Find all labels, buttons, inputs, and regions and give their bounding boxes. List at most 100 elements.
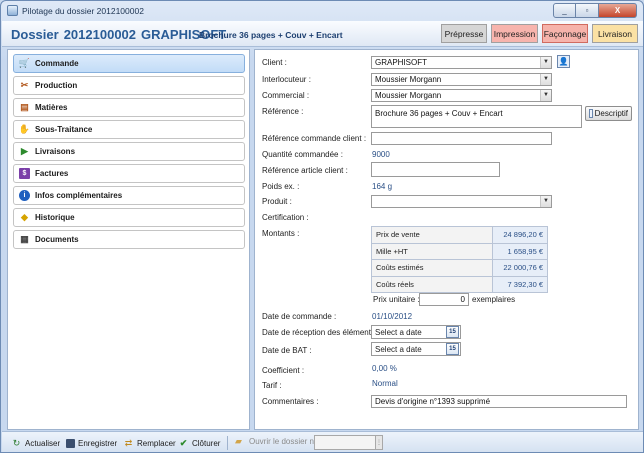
sidebar-item-commande[interactable]: 🛒 Commande <box>13 54 245 73</box>
sidebar-item-sous-traitance[interactable]: ✋ Sous-Traitance <box>13 120 245 139</box>
sidebar-item-infos[interactable]: i Infos complémentaires <box>13 186 245 205</box>
dossier-title: Dossier 2012100002 GRAPHISOFT <box>11 27 226 42</box>
folder-icon: ▰ <box>235 436 242 446</box>
enregistrer-label: Enregistrer <box>78 438 118 448</box>
montant-key: Prix de vente <box>371 226 493 244</box>
sidebar-item-label: Factures <box>35 169 69 178</box>
commentaires-label: Commentaires : <box>262 397 319 406</box>
table-row: Mille +HT 1 658,95 € <box>371 242 548 260</box>
certification-label: Certification : <box>262 213 309 222</box>
resize-grip[interactable]: ⋮ <box>376 435 383 450</box>
sidebar-item-livraisons[interactable]: ▶ Livraisons <box>13 142 245 161</box>
history-icon: ◆ <box>21 212 28 222</box>
dossier-label: Dossier <box>11 27 59 42</box>
ref-commande-client-label: Référence commande client : <box>262 134 367 143</box>
window-title: Pilotage du dossier 2012100002 <box>22 6 144 16</box>
interlocuteur-value: Moussier Morgann <box>375 75 442 84</box>
table-row: Coûts estimés 22 000,76 € <box>371 259 548 277</box>
reference-label: Référence : <box>262 107 304 116</box>
ouvrir-label-text: Ouvrir le dossier n° : <box>249 437 322 446</box>
cart-icon: 🛒 <box>18 58 31 68</box>
invoice-icon: $ <box>19 168 30 179</box>
check-icon: ✔ <box>179 437 188 448</box>
remplacer-button[interactable]: ⇄ Remplacer <box>123 436 176 450</box>
chevron-down-icon: ▼ <box>540 196 551 207</box>
client-select[interactable]: GRAPHISOFT ▼ <box>371 56 552 69</box>
close-button[interactable]: X <box>599 3 637 18</box>
ouvrir-dossier-input[interactable] <box>314 435 376 450</box>
date-reception-placeholder: Select a date <box>375 328 422 337</box>
toolbar-separator <box>227 436 228 450</box>
montant-value: 7 392,30 € <box>492 275 548 293</box>
refresh-icon: ↻ <box>12 437 21 448</box>
stage-buttons: Prépresse Impression Façonnage Livraison <box>441 24 638 43</box>
truck-icon: ▶ <box>21 146 28 156</box>
ouvrir-dossier-label: ▰ Ouvrir le dossier n° : <box>233 436 322 447</box>
app-icon <box>7 5 18 16</box>
cloturer-label: Clôturer <box>192 438 221 448</box>
date-reception-label: Date de réception des éléments : <box>262 328 380 337</box>
sidebar-item-label: Commande <box>35 59 79 68</box>
info-icon: i <box>19 190 30 201</box>
montant-key: Coûts estimés <box>371 259 493 277</box>
date-bat-label: Date de BAT : <box>262 346 312 355</box>
chevron-down-icon: ▼ <box>540 74 551 85</box>
date-reception-picker[interactable]: Select a date 15 <box>371 325 461 339</box>
montant-value: 1 658,95 € <box>492 242 548 260</box>
commercial-select[interactable]: Moussier Morgann ▼ <box>371 89 552 102</box>
prix-unitaire-field[interactable]: 0 <box>419 293 469 306</box>
dossier-header: Dossier 2012100002 GRAPHISOFT Brochure 36 … <box>2 21 643 47</box>
sidebar-item-label: Infos complémentaires <box>35 191 123 200</box>
handshake-icon: ✋ <box>18 124 31 134</box>
descriptif-label: Descriptif <box>594 109 628 118</box>
sidebar-item-production[interactable]: ✂ Production <box>13 76 245 95</box>
montant-key: Coûts réels <box>371 275 493 293</box>
ref-article-client-label: Référence article client : <box>262 166 348 175</box>
descriptif-button[interactable]: Descriptif <box>585 106 632 121</box>
montant-value: 22 000,76 € <box>492 259 548 277</box>
interlocuteur-label: Interlocuteur : <box>262 75 311 84</box>
title-bar: Pilotage du dossier 2012100002 _ ▫ X <box>1 1 643 21</box>
sidebar-item-factures[interactable]: $ Factures <box>13 164 245 183</box>
sidebar-item-label: Historique <box>35 213 75 222</box>
prix-unitaire-unit: exemplaires <box>472 295 516 304</box>
sidebar-item-historique[interactable]: ◆ Historique <box>13 208 245 227</box>
ref-article-client-field[interactable] <box>371 162 500 177</box>
tarif-value: Normal <box>372 379 398 388</box>
produit-select[interactable]: ▼ <box>371 195 552 208</box>
actualiser-button[interactable]: ↻ Actualiser <box>11 436 60 450</box>
commentaires-field[interactable]: Devis d'origine n°1393 supprimé <box>371 395 627 408</box>
bottom-toolbar: ↻ Actualiser Enregistrer ⇄ Remplacer ✔ C… <box>2 431 643 452</box>
dossier-number: 2012100002 <box>63 27 137 42</box>
prepresse-button[interactable]: Prépresse <box>441 24 487 43</box>
window: Pilotage du dossier 2012100002 _ ▫ X Dos… <box>0 0 644 453</box>
livraison-button[interactable]: Livraison <box>592 24 638 43</box>
date-bat-picker[interactable]: Select a date 15 <box>371 342 461 356</box>
ref-commande-client-field[interactable] <box>371 132 552 145</box>
produit-label: Produit : <box>262 197 292 206</box>
date-bat-placeholder: Select a date <box>375 345 422 354</box>
interlocuteur-select[interactable]: Moussier Morgann ▼ <box>371 73 552 86</box>
calendar-icon[interactable]: 15 <box>446 343 459 355</box>
client-label: Client : <box>262 58 287 67</box>
sidebar-item-label: Sous-Traitance <box>35 125 93 134</box>
reference-field[interactable]: Brochure 36 pages + Couv + Encart <box>371 105 582 128</box>
sidebar-item-matieres[interactable]: ▤ Matières <box>13 98 245 117</box>
documents-icon: ▦ <box>20 234 29 244</box>
client-card-icon[interactable]: 👤 <box>557 55 570 68</box>
montant-value: 24 896,20 € <box>492 226 548 244</box>
cloturer-button[interactable]: ✔ Clôturer <box>178 436 221 450</box>
maximize-button[interactable]: ▫ <box>576 3 599 18</box>
date-commande-value: 01/10/2012 <box>372 312 413 321</box>
sidebar-item-documents[interactable]: ▦ Documents <box>13 230 245 249</box>
faconnage-button[interactable]: Façonnage <box>542 24 588 43</box>
chevron-down-icon: ▼ <box>540 90 551 101</box>
impression-button[interactable]: Impression <box>491 24 538 43</box>
remplacer-label: Remplacer <box>137 438 176 448</box>
minimize-button[interactable]: _ <box>553 3 576 18</box>
enregistrer-button[interactable]: Enregistrer <box>66 436 117 450</box>
quantite-value: 9000 <box>372 150 390 159</box>
calendar-icon[interactable]: 15 <box>446 326 459 338</box>
table-row: Prix de vente 24 896,20 € <box>371 226 548 244</box>
coefficient-value: 0,00 % <box>372 364 397 373</box>
